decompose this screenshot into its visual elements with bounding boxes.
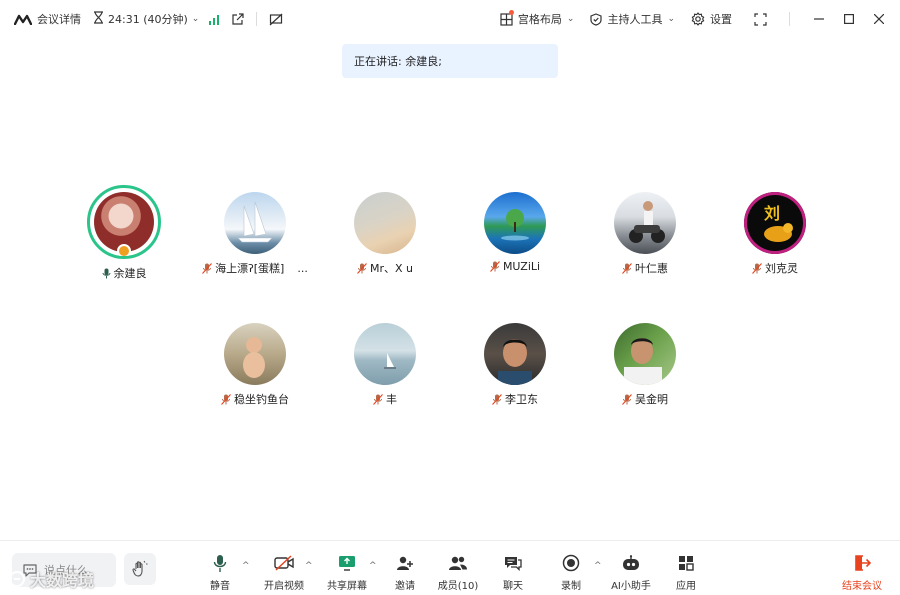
chat-button[interactable]: 聊天 [483, 553, 543, 592]
mute-options-caret[interactable]: ^ [242, 561, 250, 571]
record-label: 录制 [561, 581, 581, 592]
raise-hand-icon [132, 560, 148, 578]
members-label: 成员(10) [437, 581, 479, 592]
participant-name: MUZiLi [502, 260, 541, 273]
participant-tile[interactable]: 吴金明 [590, 323, 700, 407]
end-meeting-icon [853, 553, 871, 573]
participant-name: 余建良 [113, 267, 147, 280]
record-button[interactable]: 录制 [541, 553, 601, 592]
participant-tile[interactable]: 刘 刘克灵 [720, 192, 830, 276]
participant-name: Mr、X u [369, 262, 414, 275]
share-label: 共享屏幕 [327, 581, 367, 592]
mic-icon [213, 553, 227, 573]
ai-assistant-icon [621, 553, 641, 573]
participant-tile[interactable]: 李卫东 [460, 323, 570, 407]
members-icon [448, 553, 468, 573]
participant-name: 叶仁惠 [635, 262, 668, 275]
participant-tile[interactable]: 叶仁惠 [590, 192, 700, 276]
share-screen-icon [338, 553, 356, 573]
host-badge [117, 244, 131, 256]
ai-label: AI小助手 [611, 581, 651, 592]
name-overflow: ... [297, 261, 308, 275]
participant-tile[interactable]: Mr、X u [330, 192, 440, 276]
participant-tile[interactable]: 丰 [330, 323, 440, 407]
participant-tile[interactable]: 稳坐钓鱼台 [200, 323, 310, 407]
mute-label: 静音 [210, 581, 230, 592]
mic-muted-icon [221, 393, 231, 405]
avatar [614, 323, 676, 385]
mic-muted-icon [357, 262, 367, 274]
share-screen-button[interactable]: 共享屏幕 [317, 553, 377, 592]
video-options-caret[interactable]: ^ [305, 561, 313, 571]
participant-name: 稳坐钓鱼台 [234, 393, 289, 406]
apps-icon [678, 553, 694, 573]
chat-label: 聊天 [503, 581, 523, 592]
mic-muted-icon [202, 262, 213, 274]
avatar [484, 192, 546, 254]
bottom-toolbar: 说点什么 静音 ^ 开启视频 ^ 共享屏幕 ^ 邀请 成员(10) 聊天 录制 … [0, 540, 900, 595]
avatar [614, 192, 676, 254]
mic-muted-icon [622, 393, 632, 405]
camera-off-icon [274, 553, 294, 573]
watermark-text: 大数跨境 [30, 571, 95, 590]
participant-name: 丰 [386, 393, 397, 406]
end-label: 结束会议 [842, 581, 882, 592]
participant-name: 海上漂ʔ[蛋糕] [215, 262, 285, 275]
raise-hand-button[interactable] [124, 553, 156, 585]
watermark-logo-icon [8, 570, 26, 588]
start-video-button[interactable]: 开启视频 [254, 553, 314, 592]
participant-tile[interactable]: MUZiLi [460, 192, 570, 273]
avatar [224, 192, 286, 254]
mic-muted-icon [490, 261, 500, 272]
invite-label: 邀请 [395, 581, 415, 592]
participant-grid: 余建良 海上漂ʔ[蛋糕] ... Mr、X u MUZiLi 叶仁惠 刘 刘克灵… [0, 0, 900, 540]
members-button[interactable]: 成员(10) [428, 553, 488, 592]
invite-button[interactable]: 邀请 [375, 553, 435, 592]
participant-tile[interactable]: 余建良 [69, 185, 179, 281]
avatar [354, 323, 416, 385]
end-meeting-button[interactable]: 结束会议 [832, 553, 892, 592]
mic-muted-icon [622, 262, 632, 274]
record-icon [562, 553, 580, 573]
avatar: 刘 [744, 192, 806, 254]
watermark: 大数跨境 [8, 567, 94, 591]
avatar [354, 192, 416, 254]
participant-name: 吴金明 [635, 393, 668, 406]
apps-button[interactable]: 应用 [656, 553, 716, 592]
invite-icon [396, 553, 414, 573]
ai-assistant-button[interactable]: AI小助手 [601, 553, 661, 592]
participant-name: 李卫东 [505, 393, 538, 406]
mic-muted-icon [752, 262, 762, 274]
chat-icon [504, 553, 522, 573]
mic-muted-icon [492, 393, 502, 405]
avatar [87, 185, 161, 259]
apps-label: 应用 [676, 581, 696, 592]
mic-muted-icon [373, 393, 383, 405]
video-label: 开启视频 [264, 581, 304, 592]
avatar [224, 323, 286, 385]
mute-button[interactable]: 静音 [190, 553, 250, 592]
participant-name: 刘克灵 [765, 262, 798, 275]
participant-tile[interactable]: 海上漂ʔ[蛋糕] ... [200, 192, 310, 276]
avatar [484, 323, 546, 385]
mic-icon [102, 268, 111, 279]
